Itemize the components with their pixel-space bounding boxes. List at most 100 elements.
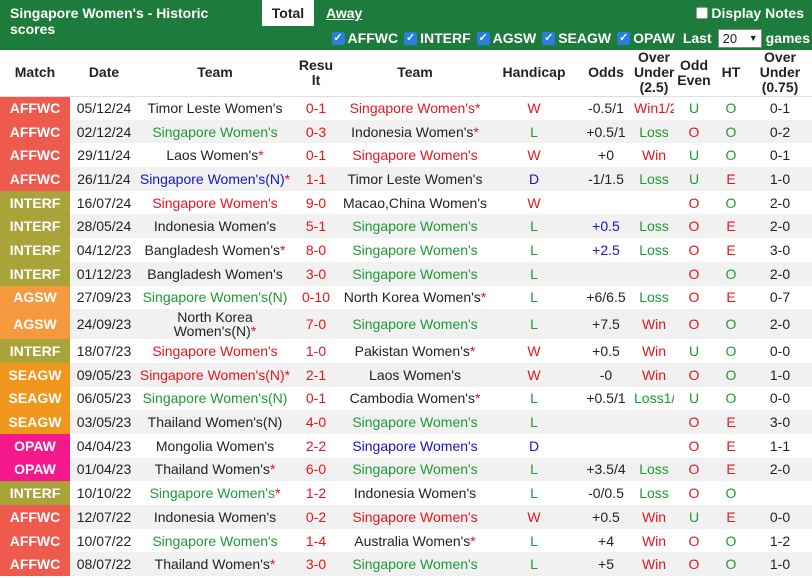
- league-badge[interactable]: AFFWC: [0, 96, 70, 120]
- filter-affwc[interactable]: ✓ AFFWC: [331, 30, 398, 46]
- league-badge[interactable]: AFFWC: [0, 143, 70, 168]
- home-team[interactable]: Thailand Women's*: [138, 457, 292, 482]
- away-team[interactable]: Singapore Women's: [340, 214, 490, 239]
- match-score[interactable]: 1-4: [292, 528, 340, 553]
- tab-total[interactable]: Total: [262, 0, 314, 26]
- match-score[interactable]: 0-1: [292, 143, 340, 168]
- match-score[interactable]: 9-0: [292, 190, 340, 215]
- match-score[interactable]: 0-3: [292, 119, 340, 144]
- table-row[interactable]: SEAGW 09/05/23 Singapore Women's(N)* 2-1 Lao…: [0, 362, 812, 387]
- match-score[interactable]: 0-10: [292, 285, 340, 310]
- match-score[interactable]: 1-0: [292, 339, 340, 363]
- table-row[interactable]: INTERF 01/12/23 Bangladesh Women's 3-0 Singa…: [0, 261, 812, 286]
- league-badge[interactable]: INTERF: [0, 481, 70, 505]
- home-team[interactable]: Indonesia Women's: [138, 214, 292, 239]
- away-team[interactable]: Singapore Women's: [340, 143, 490, 168]
- table-row[interactable]: AFFWC 26/11/24 Singapore Women's(N)* 1-1 Tim…: [0, 167, 812, 191]
- away-team[interactable]: Singapore Women's*: [340, 96, 490, 120]
- away-team[interactable]: Cambodia Women's*: [340, 386, 490, 411]
- away-team[interactable]: Macao,China Women's: [340, 190, 490, 215]
- display-notes-toggle[interactable]: Display Notes: [696, 5, 804, 21]
- check-icon[interactable]: ✓: [404, 31, 418, 45]
- home-team[interactable]: Timor Leste Women's: [138, 96, 292, 120]
- league-badge[interactable]: INTERF: [0, 238, 70, 262]
- match-score[interactable]: 1-1: [292, 167, 340, 191]
- league-badge[interactable]: OPAW: [0, 433, 70, 458]
- filter-opaw[interactable]: ✓ OPAW: [617, 30, 675, 46]
- filter-agsw[interactable]: ✓ AGSW: [476, 30, 536, 46]
- league-badge[interactable]: SEAGW: [0, 362, 70, 387]
- away-team[interactable]: Singapore Women's: [340, 552, 490, 577]
- table-row[interactable]: INTERF 10/10/22 Singapore Women's* 1-2 Indon…: [0, 481, 812, 505]
- table-row[interactable]: AFFWC 08/07/22 Thailand Women's* 3-0 Singapo…: [0, 552, 812, 577]
- league-badge[interactable]: INTERF: [0, 261, 70, 286]
- home-team[interactable]: Singapore Women's: [138, 528, 292, 553]
- home-team[interactable]: Singapore Women's: [138, 119, 292, 144]
- home-team[interactable]: North Korea Women's(N)*: [138, 309, 292, 340]
- league-badge[interactable]: INTERF: [0, 214, 70, 239]
- table-row[interactable]: INTERF 16/07/24 Singapore Women's 9-0 Macao,…: [0, 190, 812, 215]
- check-icon[interactable]: ✓: [542, 31, 556, 45]
- home-team[interactable]: Laos Women's*: [138, 143, 292, 168]
- table-row[interactable]: OPAW 04/04/23 Mongolia Women's 2-2 Singapore…: [0, 433, 812, 458]
- away-team[interactable]: Indonesia Women's*: [340, 119, 490, 144]
- league-badge[interactable]: SEAGW: [0, 386, 70, 411]
- match-score[interactable]: 3-0: [292, 552, 340, 577]
- table-row[interactable]: AFFWC 29/11/24 Laos Women's* 0-1 Singapore W…: [0, 143, 812, 168]
- league-badge[interactable]: AFFWC: [0, 505, 70, 529]
- league-badge[interactable]: AFFWC: [0, 167, 70, 191]
- league-badge[interactable]: INTERF: [0, 339, 70, 363]
- match-score[interactable]: 4-0: [292, 410, 340, 434]
- table-row[interactable]: AGSW 24/09/23 North Korea Women's(N)* 7-0 Si…: [0, 309, 812, 340]
- league-badge[interactable]: AFFWC: [0, 552, 70, 577]
- away-team[interactable]: Timor Leste Women's: [340, 167, 490, 191]
- home-team[interactable]: Singapore Women's: [138, 190, 292, 215]
- match-score[interactable]: 7-0: [292, 309, 340, 340]
- display-notes-checkbox[interactable]: [696, 7, 709, 19]
- away-team[interactable]: Singapore Women's: [340, 238, 490, 262]
- home-team[interactable]: Singapore Women's(N): [138, 285, 292, 310]
- table-row[interactable]: AFFWC 12/07/22 Indonesia Women's 0-2 Singapo…: [0, 505, 812, 529]
- away-team[interactable]: Pakistan Women's*: [340, 339, 490, 363]
- away-team[interactable]: Singapore Women's: [340, 261, 490, 286]
- away-team[interactable]: Singapore Women's: [340, 505, 490, 529]
- match-score[interactable]: 1-2: [292, 481, 340, 505]
- away-team[interactable]: North Korea Women's*: [340, 285, 490, 310]
- last-games-select[interactable]: 20 ▼: [717, 28, 762, 48]
- home-team[interactable]: Singapore Women's*: [138, 481, 292, 505]
- home-team[interactable]: Singapore Women's(N)*: [138, 362, 292, 387]
- home-team[interactable]: Thailand Women's(N): [138, 410, 292, 434]
- home-team[interactable]: Bangladesh Women's*: [138, 238, 292, 262]
- match-score[interactable]: 0-1: [292, 386, 340, 411]
- table-row[interactable]: AGSW 27/09/23 Singapore Women's(N) 0-10 Nort…: [0, 285, 812, 310]
- match-score[interactable]: 3-0: [292, 261, 340, 286]
- home-team[interactable]: Mongolia Women's: [138, 433, 292, 458]
- check-icon[interactable]: ✓: [331, 31, 345, 45]
- check-icon[interactable]: ✓: [476, 31, 490, 45]
- home-team[interactable]: Singapore Women's: [138, 339, 292, 363]
- home-team[interactable]: Bangladesh Women's: [138, 261, 292, 286]
- away-team[interactable]: Australia Women's*: [340, 528, 490, 553]
- league-badge[interactable]: AFFWC: [0, 119, 70, 144]
- away-team[interactable]: Laos Women's: [340, 362, 490, 387]
- league-badge[interactable]: AFFWC: [0, 528, 70, 553]
- away-team[interactable]: Singapore Women's: [340, 457, 490, 482]
- home-team[interactable]: Singapore Women's(N)*: [138, 167, 292, 191]
- away-team[interactable]: Singapore Women's: [340, 309, 490, 340]
- table-row[interactable]: AFFWC 02/12/24 Singapore Women's 0-3 Indones…: [0, 119, 812, 144]
- table-row[interactable]: AFFWC 05/12/24 Timor Leste Women's 0-1 Singa…: [0, 96, 812, 120]
- match-score[interactable]: 2-2: [292, 433, 340, 458]
- table-row[interactable]: AFFWC 10/07/22 Singapore Women's 1-4 Austral…: [0, 528, 812, 553]
- home-team[interactable]: Thailand Women's*: [138, 552, 292, 577]
- league-badge[interactable]: SEAGW: [0, 410, 70, 434]
- league-badge[interactable]: INTERF: [0, 190, 70, 215]
- table-row[interactable]: INTERF 28/05/24 Indonesia Women's 5-1 Singap…: [0, 214, 812, 239]
- match-score[interactable]: 5-1: [292, 214, 340, 239]
- match-score[interactable]: 6-0: [292, 457, 340, 482]
- table-row[interactable]: INTERF 04/12/23 Bangladesh Women's* 8-0 Sing…: [0, 238, 812, 262]
- match-score[interactable]: 2-1: [292, 362, 340, 387]
- away-team[interactable]: Singapore Women's: [340, 433, 490, 458]
- away-team[interactable]: Indonesia Women's: [340, 481, 490, 505]
- tab-away[interactable]: Away: [314, 0, 374, 26]
- away-team[interactable]: Singapore Women's: [340, 410, 490, 434]
